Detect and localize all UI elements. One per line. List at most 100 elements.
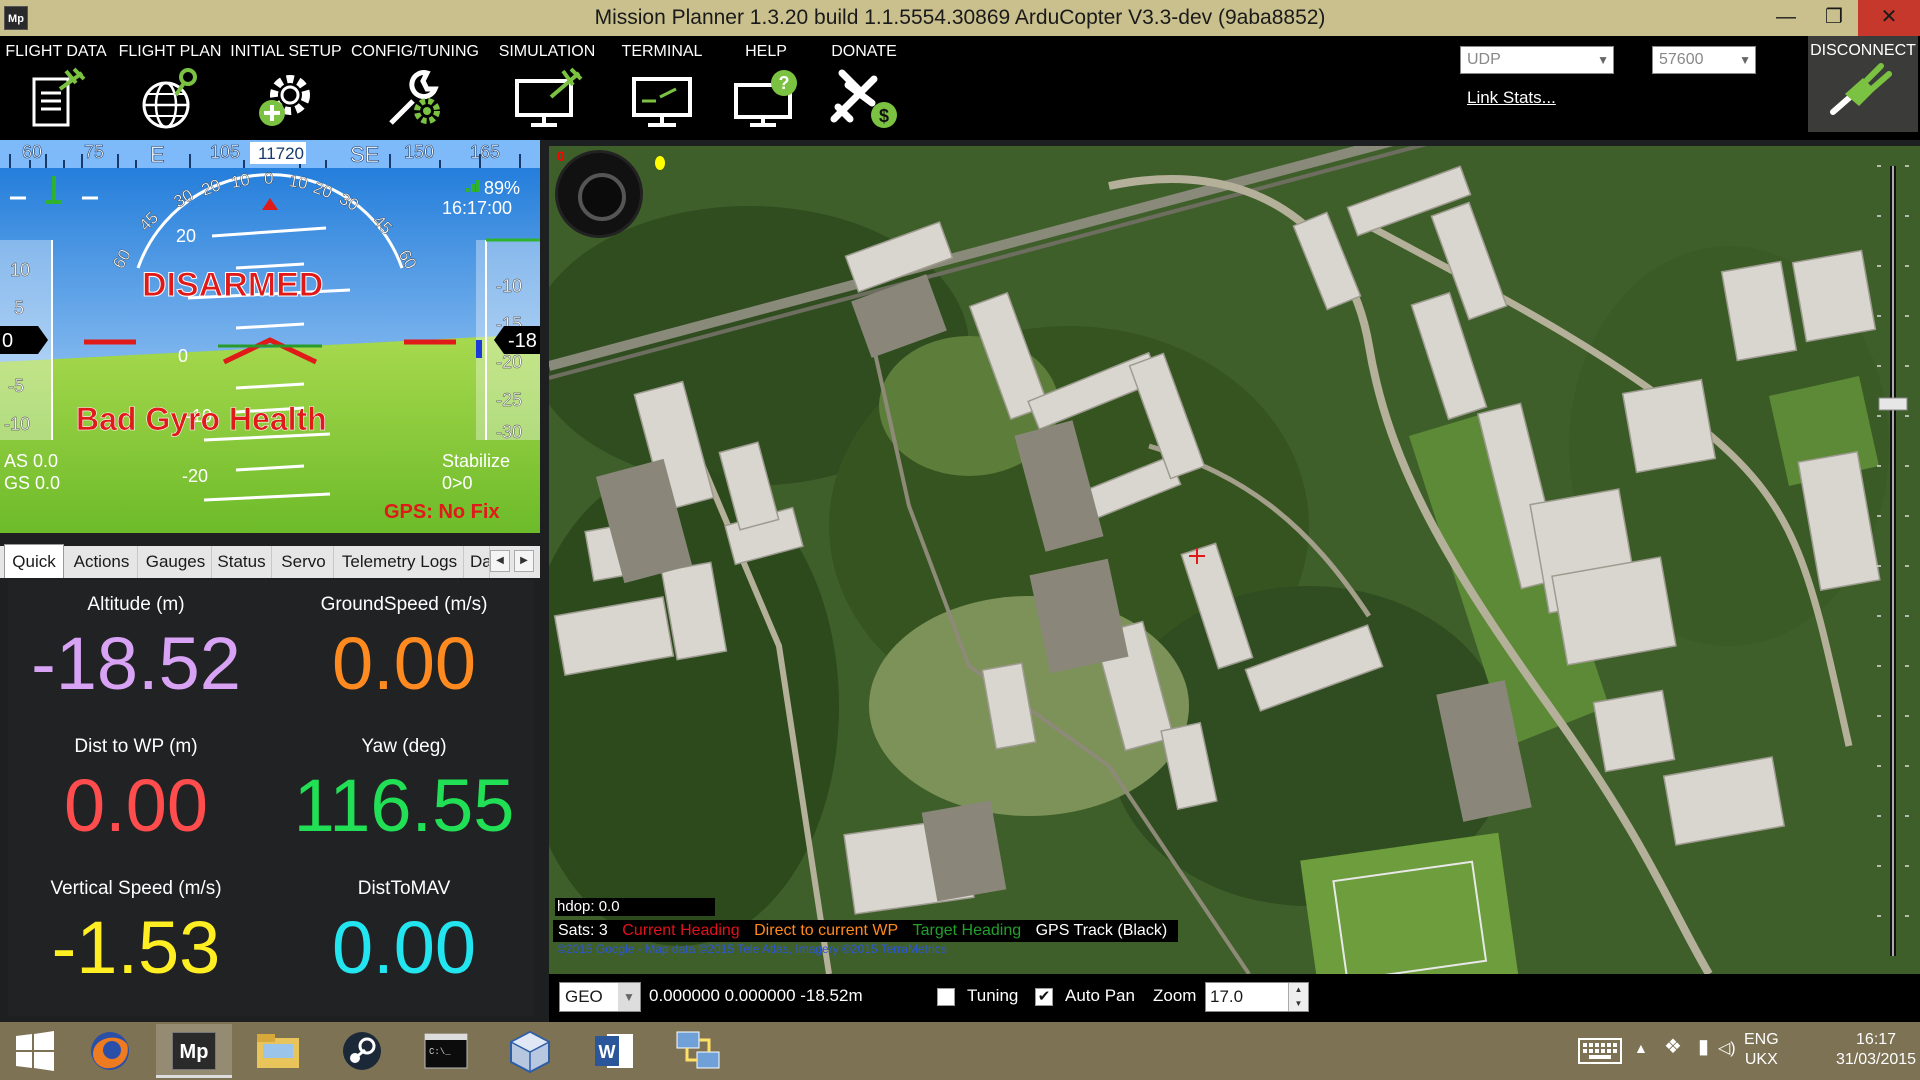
zoom-input[interactable]: 17.0 ▲ ▼ xyxy=(1205,982,1309,1012)
file-explorer-icon[interactable] xyxy=(240,1024,316,1078)
maximize-button[interactable]: ❐ xyxy=(1810,0,1858,36)
airspeed-readout: AS 0.0 xyxy=(4,451,58,471)
speed-tick: -10 xyxy=(4,414,30,434)
zoom-slider-thumb[interactable] xyxy=(1878,397,1908,411)
heading-tick: SE xyxy=(350,142,379,167)
windows-start-icon[interactable] xyxy=(0,1024,70,1078)
baud-rate-select[interactable]: 57600 ▼ xyxy=(1652,46,1756,74)
menu-donate[interactable]: DONATE $ xyxy=(822,36,906,140)
network-icon[interactable] xyxy=(660,1024,736,1078)
map-zoom-slider[interactable] xyxy=(1871,156,1915,966)
auto-pan-checkbox[interactable]: ✔ xyxy=(1035,988,1053,1006)
hud[interactable]: 60 75 E 105 SE 150 165 11720 60 45 30 20… xyxy=(0,140,540,533)
satellite-imagery xyxy=(549,146,1920,974)
tab-quick[interactable]: Quick xyxy=(4,544,64,578)
minimize-button[interactable]: — xyxy=(1762,0,1810,36)
zoom-value: 17.0 xyxy=(1210,987,1244,1006)
heading-tick: 60 xyxy=(22,142,42,162)
heading-tick: 150 xyxy=(404,142,434,162)
coord-mode-select[interactable]: GEO ▼ xyxy=(559,982,641,1012)
quick-vertical-speed[interactable]: Vertical Speed (m/s) -1.53 xyxy=(8,878,264,992)
heading-tick: 75 xyxy=(84,142,104,162)
quick-label: Yaw (deg) xyxy=(361,736,447,757)
wrench-gear-icon xyxy=(389,70,440,125)
tray-expand-icon[interactable]: ▲ xyxy=(1634,1040,1648,1056)
menu-label: DONATE xyxy=(831,43,897,60)
map-view[interactable]: 0 hdop: 0.0 Sats: 3 Current Heading Dire… xyxy=(549,146,1920,974)
monitor-help-icon: ? xyxy=(734,70,797,127)
quick-groundspeed[interactable]: GroundSpeed (m/s) 0.00 xyxy=(276,594,532,708)
flight-mode: Stabilize xyxy=(442,451,510,471)
tab-scroll-left-icon[interactable]: ◀ xyxy=(490,550,510,572)
roll-label: 0 xyxy=(264,169,273,188)
battery-power-icon[interactable]: ▮ xyxy=(1698,1034,1709,1059)
chevron-down-icon: ▼ xyxy=(1597,53,1609,67)
monitor-plane-icon xyxy=(515,67,583,127)
svg-text:?: ? xyxy=(779,73,790,93)
volume-icon[interactable]: ◁) xyxy=(1718,1038,1736,1058)
hdop-readout: hdop: 0.0 xyxy=(555,898,715,916)
globe-pin-icon xyxy=(142,68,197,129)
gps-status: GPS: No Fix xyxy=(384,501,500,523)
menu-flight-data[interactable]: FLIGHT DATA xyxy=(4,36,108,140)
tuning-checkbox[interactable] xyxy=(937,988,955,1006)
tab-telemetry-logs[interactable]: Telemetry Logs xyxy=(336,546,464,578)
quick-yaw[interactable]: Yaw (deg) 116.55 xyxy=(276,736,532,850)
menu-initial-setup[interactable]: INITIAL SETUP xyxy=(230,36,342,140)
link-stats-link[interactable]: Link Stats... xyxy=(1467,88,1556,108)
pitch-label: -20 xyxy=(182,466,208,486)
clock-date: 31/03/2015 xyxy=(1836,1051,1917,1068)
virtualbox-icon[interactable] xyxy=(492,1024,568,1078)
tab-actions[interactable]: Actions xyxy=(66,546,138,578)
menu-config-tuning[interactable]: CONFIG/TUNING xyxy=(350,36,480,140)
gear-plus-icon xyxy=(259,75,310,126)
system-clock[interactable]: 16:17 31/03/2015 xyxy=(1836,1030,1916,1070)
tab-gauges[interactable]: Gauges xyxy=(140,546,212,578)
heading-tick: E xyxy=(150,142,165,167)
plane-dollar-icon: $ xyxy=(830,69,897,128)
firefox-icon[interactable] xyxy=(72,1024,148,1078)
zoom-spinner[interactable]: ▲ ▼ xyxy=(1288,983,1308,1011)
altitude-tick: -25 xyxy=(496,390,522,410)
steam-icon[interactable] xyxy=(324,1024,400,1078)
keyboard-icon[interactable] xyxy=(1578,1036,1622,1066)
heading-tick: 105 xyxy=(210,142,240,162)
quick-altitude[interactable]: Altitude (m) -18.52 xyxy=(8,594,264,708)
clipboard-plane-icon xyxy=(32,67,86,127)
disconnect-button[interactable]: DISCONNECT xyxy=(1808,36,1918,132)
input-language[interactable]: ENG UKX xyxy=(1744,1030,1779,1070)
quick-dist-to-mav[interactable]: DistToMAV 0.00 xyxy=(276,878,532,992)
quick-label: GroundSpeed (m/s) xyxy=(320,594,488,615)
connection-type-select[interactable]: UDP ▼ xyxy=(1460,46,1614,74)
compass xyxy=(555,150,643,238)
quick-label: DistToMAV xyxy=(357,878,451,899)
tab-dataflash-logs[interactable]: Da xyxy=(466,546,490,578)
menu-terminal[interactable]: TERMINAL xyxy=(612,36,712,140)
baud-rate-value: 57600 xyxy=(1659,51,1704,68)
menu-help[interactable]: HELP ? xyxy=(718,36,814,140)
tab-status[interactable]: Status xyxy=(212,546,272,578)
legend-direct-to-wp: Direct to current WP xyxy=(754,922,899,939)
mission-planner-icon[interactable]: Mp xyxy=(156,1024,232,1078)
home-marker-icon[interactable] xyxy=(1187,546,1207,566)
menu-label: TERMINAL xyxy=(621,43,703,60)
quick-label: Dist to WP (m) xyxy=(74,736,198,757)
windows-taskbar: Mp C:\_ W ▲ ❖ ▮ ◁) ENG UKX 16:17 31/03/2… xyxy=(0,1022,1920,1080)
clock-time: 16:17 xyxy=(1856,1031,1897,1048)
quick-dist-to-wp[interactable]: Dist to WP (m) 0.00 xyxy=(8,736,264,850)
tab-scroll-right-icon[interactable]: ▶ xyxy=(514,550,534,572)
tab-servo[interactable]: Servo xyxy=(274,546,334,578)
dropbox-icon[interactable]: ❖ xyxy=(1664,1034,1682,1059)
quick-value: -1.53 xyxy=(51,906,221,989)
command-prompt-icon[interactable]: C:\_ xyxy=(408,1024,484,1078)
menu-simulation[interactable]: SIMULATION xyxy=(490,36,604,140)
waypoint-marker-icon[interactable] xyxy=(655,156,665,170)
close-button[interactable]: ✕ xyxy=(1858,0,1920,36)
word-icon[interactable]: W xyxy=(576,1024,652,1078)
pitch-label: 20 xyxy=(176,226,196,246)
cursor-coordinates: 0.000000 0.000000 -18.52m xyxy=(649,986,863,1005)
warning-message: Bad Gyro Health xyxy=(76,401,327,437)
menu-flight-plan[interactable]: FLIGHT PLAN xyxy=(116,36,224,140)
menu-label: FLIGHT PLAN xyxy=(118,43,222,60)
legend-sats: Sats: 3 xyxy=(558,922,608,939)
